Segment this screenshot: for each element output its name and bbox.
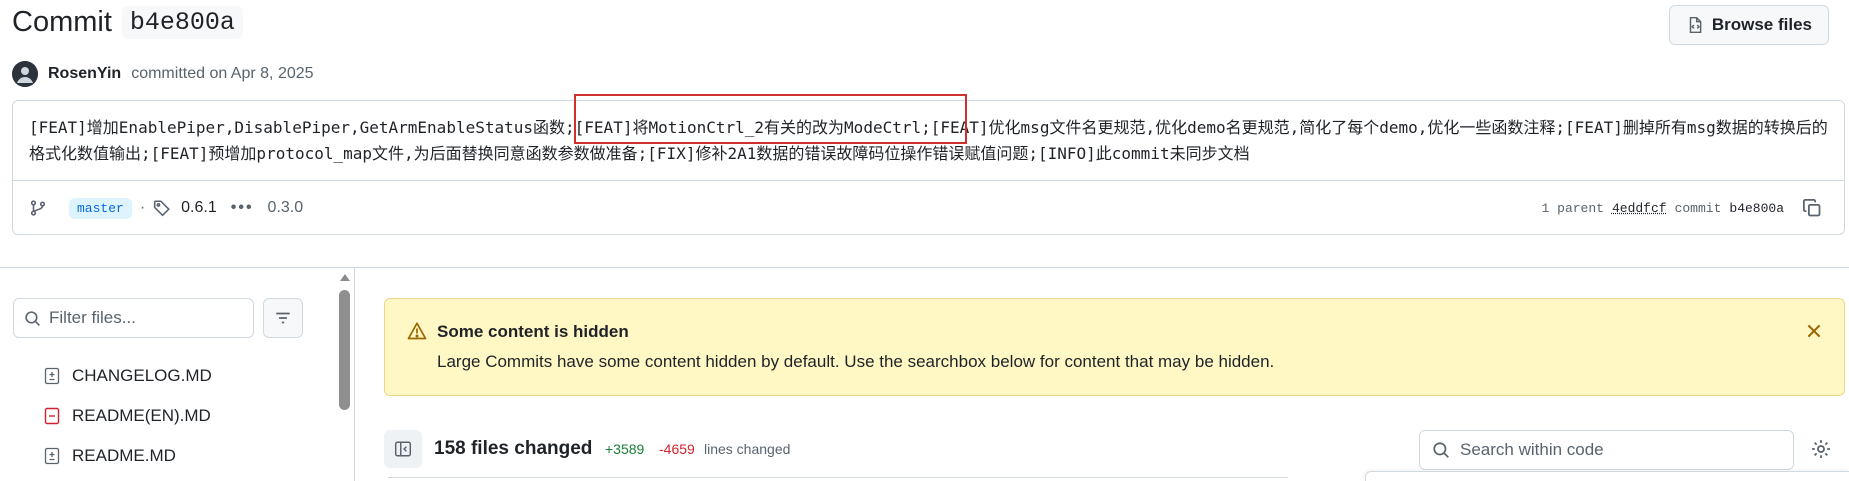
branch-badge[interactable]: master [69, 197, 132, 219]
toggle-file-tree-button[interactable] [384, 430, 422, 468]
author-name[interactable]: RosenYin [48, 65, 121, 83]
notice-title: Some content is hidden [437, 322, 629, 341]
popover-edge [1365, 471, 1849, 481]
hidden-content-notice: Some content is hidden Large Commits hav… [384, 298, 1845, 396]
page-title: Commit b4e800a [12, 6, 243, 39]
filter-files-placeholder: Filter files... [49, 308, 136, 327]
scroll-thumb[interactable] [339, 290, 350, 410]
commit-message-highlighted: [FEAT]将MotionCtrl_2有关的改为ModeCtrl; [574, 118, 931, 137]
commit-details-box: [FEAT]增加EnablePiper,DisablePiper,GetArmE… [12, 94, 1845, 235]
git-branch-icon [29, 199, 47, 217]
diff-file-header-edge [388, 477, 1288, 481]
files-changed-bar: 158 files changed +3589 -4659 lines chan… [384, 430, 1845, 470]
vertical-divider [354, 268, 355, 481]
gear-icon[interactable] [1810, 438, 1832, 460]
file-list: CHANGELOG.MD README(EN).MD README.MD [44, 356, 212, 476]
commit-label: commit [1674, 200, 1722, 216]
search-within-code-placeholder: Search within code [1460, 440, 1604, 459]
commit-sha-title: b4e800a [121, 6, 243, 39]
lines-changed-label: lines changed [704, 441, 791, 457]
search-within-code-input[interactable]: Search within code [1419, 430, 1794, 470]
file-item[interactable]: README.MD [44, 436, 212, 476]
file-item[interactable]: CHANGELOG.MD [44, 356, 212, 396]
file-name: README(EN).MD [72, 406, 211, 425]
commit-sha: b4e800a [1729, 200, 1784, 216]
additions-count: +3589 [605, 441, 645, 457]
more-tags-button[interactable]: ••• [231, 199, 254, 217]
browse-files-label: Browse files [1711, 15, 1812, 34]
file-item[interactable]: README(EN).MD [44, 396, 212, 436]
filter-icon [276, 312, 290, 324]
file-modified-icon [44, 367, 60, 385]
file-tree-sidebar: Filter files... CHANGELOG.MD README(EN).… [0, 268, 354, 481]
title-prefix: Commit [12, 6, 112, 38]
scroll-up-arrow[interactable] [340, 274, 350, 281]
commit-message: [FEAT]增加EnablePiper,DisablePiper,GetArmE… [13, 94, 1844, 181]
commit-message-part-1: [FEAT]增加EnablePiper,DisablePiper,GetArmE… [29, 118, 575, 137]
search-icon [25, 310, 40, 326]
filter-files-input[interactable]: Filter files... [13, 298, 254, 338]
search-icon [1433, 442, 1449, 458]
close-icon[interactable] [1804, 321, 1824, 341]
browse-files-button[interactable]: Browse files [1668, 5, 1829, 45]
filter-options-button[interactable] [263, 298, 303, 338]
sidebar-scrollbar[interactable] [337, 268, 353, 481]
file-code-icon [1689, 16, 1702, 34]
tag-link[interactable]: 0.6.1 [181, 199, 217, 217]
committed-date: committed on Apr 8, 2025 [131, 65, 314, 82]
files-changed-count: 158 files changed [434, 438, 593, 459]
sidebar-collapse-icon [394, 441, 412, 457]
copy-icon [1803, 199, 1821, 217]
notice-body: Large Commits have some content hidden b… [437, 352, 1275, 371]
copy-sha-button[interactable] [1800, 196, 1824, 220]
avatar[interactable] [12, 61, 38, 87]
deletions-count: -4659 [659, 441, 695, 457]
file-deleted-icon [44, 407, 60, 425]
commit-header: Commit b4e800a Browse files [0, 0, 1849, 60]
alert-icon [407, 322, 427, 340]
file-name: README.MD [72, 446, 176, 465]
commit-meta-row: master · 0.6.1 ••• 0.3.0 1 parent 4eddfc… [13, 181, 1844, 235]
parent-info: 1 parent 4eddfcf commit b4e800a [1542, 201, 1784, 216]
parent-sha-link[interactable]: 4eddfcf [1612, 201, 1667, 216]
tag-link-last[interactable]: 0.3.0 [268, 199, 304, 217]
file-modified-icon [44, 447, 60, 465]
tag-icon [153, 199, 171, 217]
parent-count: 1 parent [1541, 200, 1604, 216]
file-name: CHANGELOG.MD [72, 366, 212, 385]
separator-dot: · [139, 199, 146, 216]
commit-author: RosenYin committed on Apr 8, 2025 [12, 60, 314, 88]
